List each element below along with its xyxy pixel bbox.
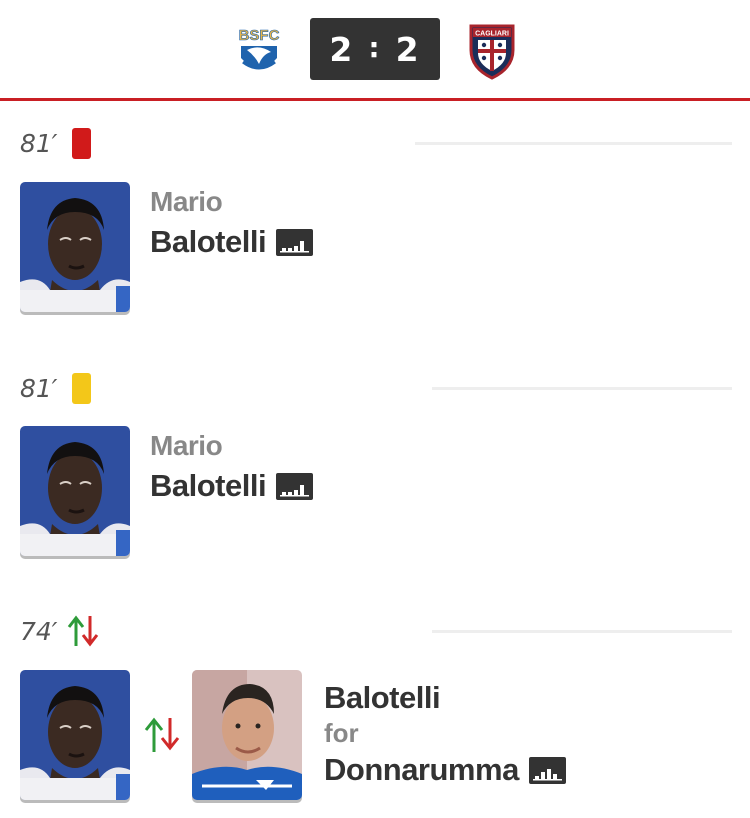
- yellow-card-icon: [71, 372, 91, 404]
- away-score: 2: [395, 29, 421, 69]
- event-divider: [432, 387, 732, 390]
- home-score: 2: [329, 29, 355, 69]
- player-last-name[interactable]: Balotelli: [150, 468, 314, 504]
- scoreboard: 2 : 2: [310, 18, 440, 80]
- event-minute: 74′: [20, 616, 58, 646]
- stats-icon[interactable]: [528, 756, 566, 784]
- player-photo[interactable]: [20, 426, 130, 556]
- event-divider: [432, 630, 732, 633]
- event-minute: 81′: [20, 128, 58, 158]
- home-team-logo[interactable]: BSFC: [233, 24, 285, 78]
- match-header: BSFC 2 : 2 CAGLIARI: [0, 0, 750, 101]
- away-team-logo[interactable]: CAGLIARI: [467, 20, 517, 80]
- player-last-name[interactable]: Balotelli: [150, 224, 314, 260]
- player-avatar-icon: [20, 426, 130, 556]
- substitution-arrows-icon: [144, 717, 180, 752]
- player-avatar-icon: [20, 182, 130, 312]
- player-avatar-icon: [20, 670, 130, 800]
- svg-text:CAGLIARI: CAGLIARI: [475, 31, 509, 38]
- stats-icon[interactable]: [276, 228, 314, 256]
- score-separator: :: [368, 30, 382, 64]
- player-last-name-text: Balotelli: [150, 468, 267, 503]
- player-first-name: Mario: [150, 186, 223, 217]
- player-in-name[interactable]: Balotelli: [324, 680, 441, 716]
- event-divider: [415, 142, 732, 145]
- header-divider: [0, 98, 750, 101]
- player-photo[interactable]: [20, 182, 130, 312]
- substitution-arrows-icon: [67, 615, 98, 647]
- player-last-name-text: Balotelli: [150, 224, 267, 259]
- player-out-photo[interactable]: [192, 670, 302, 800]
- stats-icon[interactable]: [276, 472, 314, 500]
- player-in-photo[interactable]: [20, 670, 130, 800]
- player-first-name: Mario: [150, 430, 223, 461]
- player-out-name[interactable]: Donnarumma: [324, 752, 566, 788]
- svg-text:BSFC: BSFC: [239, 27, 280, 44]
- for-label: for: [324, 718, 359, 748]
- player-avatar-icon: [192, 670, 302, 800]
- player-out-name-text: Donnarumma: [324, 752, 519, 787]
- red-card-icon: [71, 127, 91, 159]
- event-minute: 81′: [20, 373, 58, 403]
